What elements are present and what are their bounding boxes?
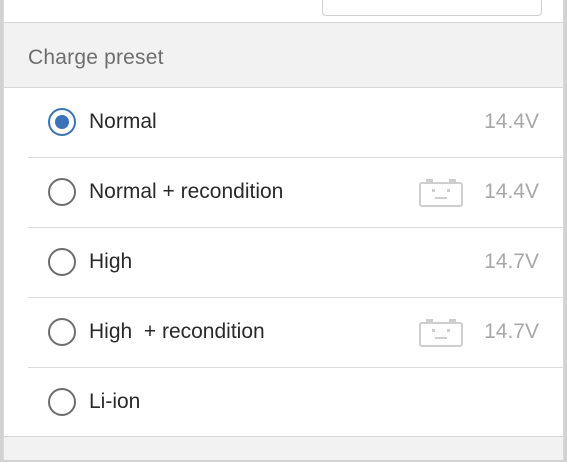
- preset-voltage: 14.7V: [484, 250, 539, 273]
- preset-label: Li-ion: [89, 390, 141, 413]
- preset-option-high[interactable]: High 14.7V: [4, 228, 563, 298]
- radio-unselected-icon[interactable]: [48, 178, 76, 206]
- battery-recondition-icon: [419, 179, 463, 207]
- radio-unselected-icon[interactable]: [48, 318, 76, 346]
- preset-label: Normal: [89, 110, 157, 133]
- top-strip: [4, 0, 563, 22]
- preset-option-normal-recondition[interactable]: Normal + recondition 14.4V: [4, 158, 563, 228]
- preset-voltage: 14.4V: [484, 110, 539, 133]
- preset-option-li-ion[interactable]: Li-ion: [4, 368, 563, 438]
- previous-section-box: [322, 0, 542, 16]
- preset-voltage: 14.4V: [484, 180, 539, 203]
- preset-list: Normal 14.4V Normal + recondition 14.4V …: [4, 88, 563, 438]
- preset-label: High + recondition: [89, 320, 265, 343]
- section-title: Charge preset: [28, 46, 164, 69]
- preset-label: Normal + recondition: [89, 180, 284, 203]
- preset-option-normal[interactable]: Normal 14.4V: [4, 88, 563, 158]
- radio-unselected-icon[interactable]: [48, 248, 76, 276]
- radio-unselected-icon[interactable]: [48, 388, 76, 416]
- bottom-section-band: [4, 436, 563, 460]
- preset-voltage: 14.7V: [484, 320, 539, 343]
- charge-preset-panel: Charge preset Normal 14.4V Normal + reco…: [3, 0, 564, 460]
- preset-option-high-recondition[interactable]: High + recondition 14.7V: [4, 298, 563, 368]
- battery-recondition-icon: [419, 319, 463, 347]
- section-header: Charge preset: [4, 22, 563, 88]
- preset-label: High: [89, 250, 133, 273]
- radio-selected-icon[interactable]: [48, 108, 76, 136]
